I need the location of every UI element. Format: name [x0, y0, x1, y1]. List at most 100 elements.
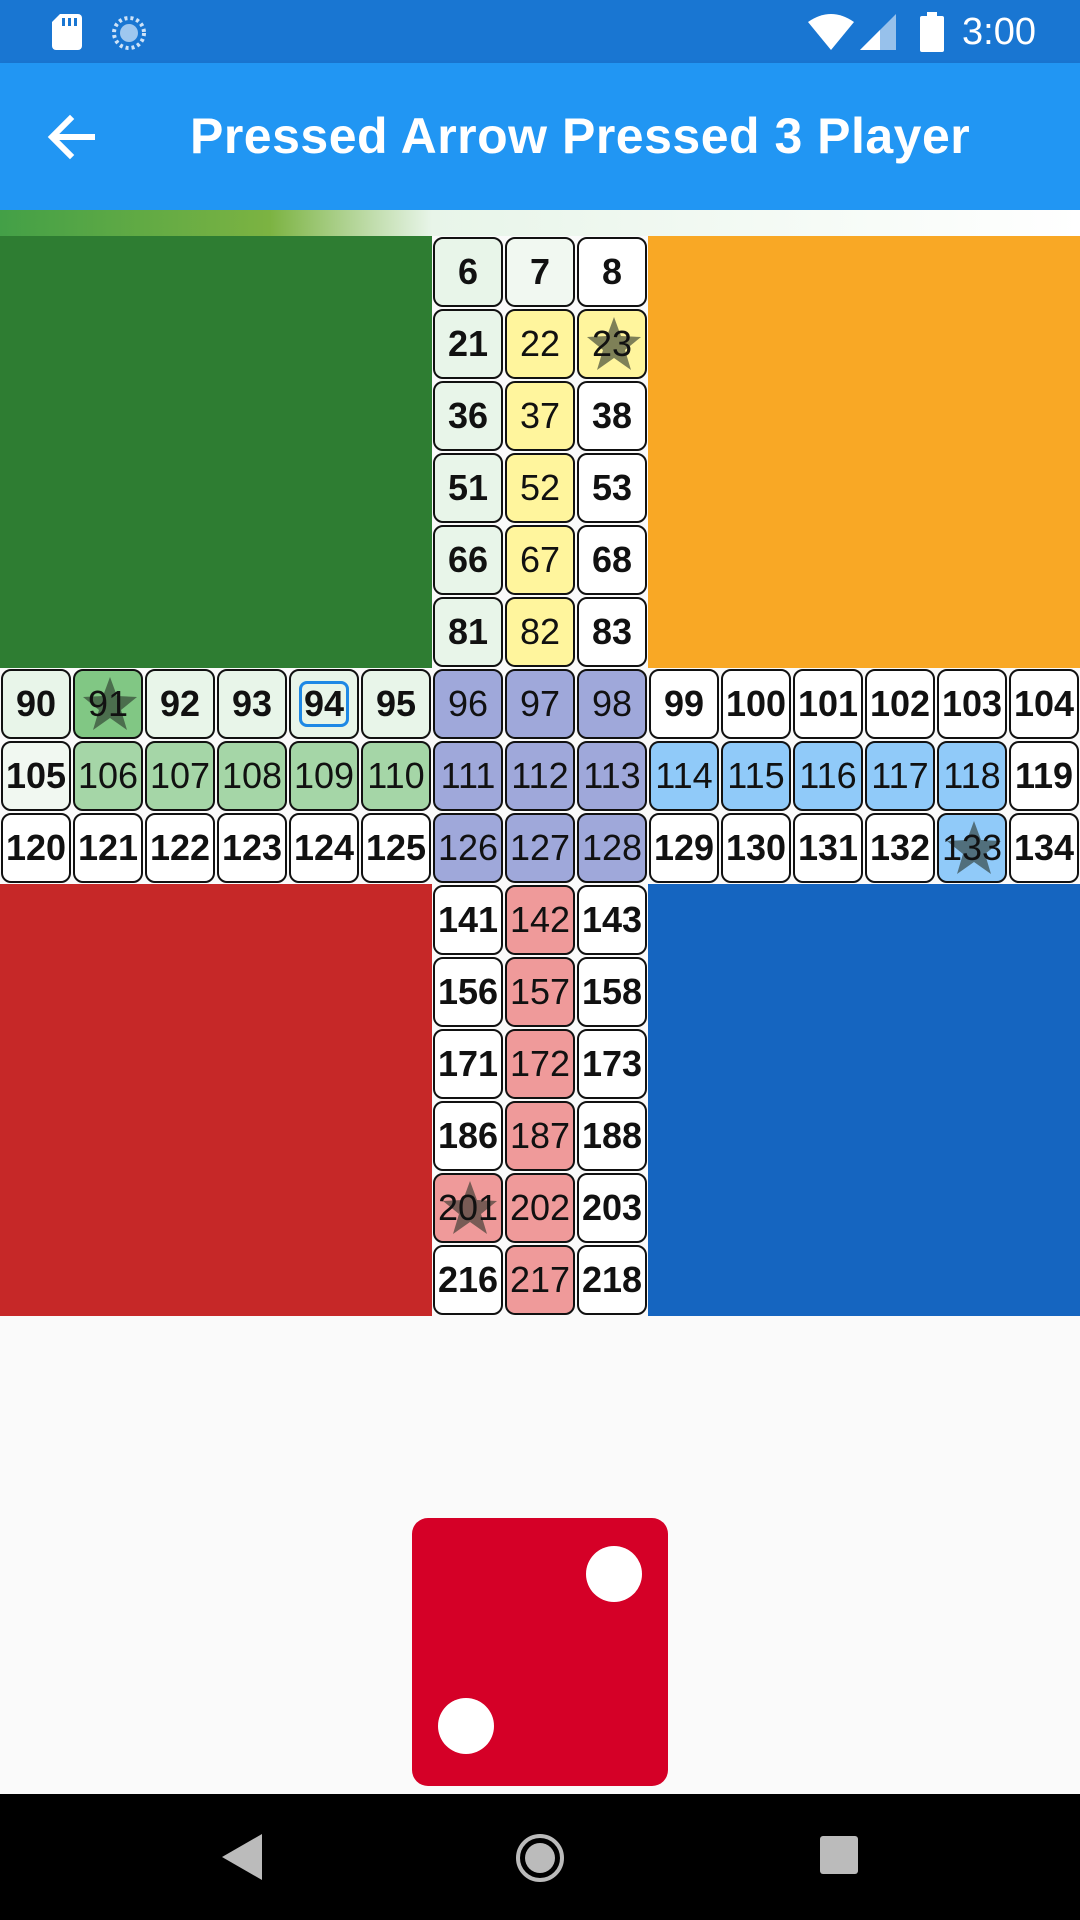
board-cell[interactable]: 51 — [433, 453, 503, 523]
board-cell[interactable]: 173 — [577, 1029, 647, 1099]
board-cell[interactable]: 134 — [1009, 813, 1079, 883]
board-cell[interactable]: 95 — [361, 669, 431, 739]
board-cell[interactable]: 94 — [289, 669, 359, 739]
board-cell[interactable]: 108 — [217, 741, 287, 811]
board-cell[interactable]: 102 — [865, 669, 935, 739]
board-cell[interactable]: 82 — [505, 597, 575, 667]
board-cell[interactable]: 7 — [505, 237, 575, 307]
board-cell[interactable]: 216 — [433, 1245, 503, 1315]
board-cell[interactable]: 101 — [793, 669, 863, 739]
nav-home-icon[interactable] — [514, 1832, 566, 1884]
board-cell[interactable]: 123 — [217, 813, 287, 883]
board-cell[interactable]: 23 — [577, 309, 647, 379]
board-cell[interactable]: 114 — [649, 741, 719, 811]
board-cell[interactable]: 92 — [145, 669, 215, 739]
board-cell-number: 108 — [221, 755, 283, 796]
board-cell-number: 111 — [440, 755, 496, 796]
board-cell[interactable]: 99 — [649, 669, 719, 739]
board-cell[interactable]: 111 — [433, 741, 503, 811]
board-cell[interactable]: 217 — [505, 1245, 575, 1315]
blue-home-area — [648, 884, 1080, 1316]
board-cell[interactable]: 186 — [433, 1101, 503, 1171]
board-cell[interactable]: 104 — [1009, 669, 1079, 739]
board-cell[interactable]: 103 — [937, 669, 1007, 739]
board-cell[interactable]: 112 — [505, 741, 575, 811]
board-cell[interactable]: 125 — [361, 813, 431, 883]
board-cell[interactable]: 187 — [505, 1101, 575, 1171]
board-cell[interactable]: 91 — [73, 669, 143, 739]
board-cell[interactable]: 156 — [433, 957, 503, 1027]
board-cell[interactable]: 127 — [505, 813, 575, 883]
board-cell[interactable]: 172 — [505, 1029, 575, 1099]
board-cell[interactable]: 98 — [577, 669, 647, 739]
board-cell[interactable]: 81 — [433, 597, 503, 667]
board-cell-number: 95 — [375, 683, 417, 724]
nav-recents-icon[interactable] — [820, 1836, 858, 1874]
board-cell[interactable]: 128 — [577, 813, 647, 883]
board-cell[interactable]: 38 — [577, 381, 647, 451]
board-cell[interactable]: 115 — [721, 741, 791, 811]
board-cell[interactable]: 119 — [1009, 741, 1079, 811]
board-cell[interactable]: 201 — [433, 1173, 503, 1243]
board-cell[interactable]: 67 — [505, 525, 575, 595]
board-cell-number: 22 — [519, 323, 561, 364]
board-cell[interactable]: 188 — [577, 1101, 647, 1171]
board-cell[interactable]: 203 — [577, 1173, 647, 1243]
board-cell[interactable]: 116 — [793, 741, 863, 811]
board-cell[interactable]: 124 — [289, 813, 359, 883]
app-bar: Pressed Arrow Pressed 3 Player — [0, 63, 1080, 210]
board-cell[interactable]: 105 — [1, 741, 71, 811]
board-cell[interactable]: 83 — [577, 597, 647, 667]
board-cell[interactable]: 109 — [289, 741, 359, 811]
board-cell-number: 186 — [437, 1115, 499, 1156]
board-cell[interactable]: 90 — [1, 669, 71, 739]
board-cell[interactable]: 158 — [577, 957, 647, 1027]
board-cell[interactable]: 53 — [577, 453, 647, 523]
navigation-bar — [0, 1794, 1080, 1920]
board-cell-number: 109 — [293, 755, 355, 796]
board-cell-number: 122 — [149, 827, 211, 868]
board-cell[interactable]: 118 — [937, 741, 1007, 811]
dice[interactable] — [412, 1518, 668, 1786]
board-cell[interactable]: 132 — [865, 813, 935, 883]
board-cell[interactable]: 106 — [73, 741, 143, 811]
board-cell[interactable]: 121 — [73, 813, 143, 883]
nav-back-icon[interactable] — [222, 1834, 262, 1880]
board-cell[interactable]: 113 — [577, 741, 647, 811]
board-cell[interactable]: 68 — [577, 525, 647, 595]
board-cell[interactable]: 100 — [721, 669, 791, 739]
board-cell[interactable]: 52 — [505, 453, 575, 523]
board-cell[interactable]: 21 — [433, 309, 503, 379]
board-cell[interactable]: 141 — [433, 885, 503, 955]
board-cell[interactable]: 142 — [505, 885, 575, 955]
board-cell[interactable]: 36 — [433, 381, 503, 451]
board-cell-number: 68 — [591, 539, 633, 580]
board-cell[interactable]: 117 — [865, 741, 935, 811]
arrow-left-icon[interactable] — [40, 105, 104, 169]
board-cell[interactable]: 218 — [577, 1245, 647, 1315]
board-cell[interactable]: 96 — [433, 669, 503, 739]
board-cell[interactable]: 22 — [505, 309, 575, 379]
board-cell[interactable]: 129 — [649, 813, 719, 883]
board-cell-number: 201 — [437, 1187, 499, 1228]
board-cell[interactable]: 143 — [577, 885, 647, 955]
board-cell[interactable]: 110 — [361, 741, 431, 811]
board-cell[interactable]: 8 — [577, 237, 647, 307]
board-cell-number: 157 — [509, 971, 571, 1012]
board-cell[interactable]: 157 — [505, 957, 575, 1027]
board-cell[interactable]: 93 — [217, 669, 287, 739]
board-cell[interactable]: 6 — [433, 237, 503, 307]
board-cell[interactable]: 130 — [721, 813, 791, 883]
board-cell[interactable]: 202 — [505, 1173, 575, 1243]
board-cell[interactable]: 171 — [433, 1029, 503, 1099]
board-cell[interactable]: 97 — [505, 669, 575, 739]
board-cell[interactable]: 37 — [505, 381, 575, 451]
board-cell[interactable]: 120 — [1, 813, 71, 883]
board-cell-number: 105 — [5, 755, 67, 796]
board-cell[interactable]: 133 — [937, 813, 1007, 883]
board-cell[interactable]: 66 — [433, 525, 503, 595]
board-cell[interactable]: 107 — [145, 741, 215, 811]
board-cell[interactable]: 131 — [793, 813, 863, 883]
board-cell[interactable]: 122 — [145, 813, 215, 883]
board-cell[interactable]: 126 — [433, 813, 503, 883]
